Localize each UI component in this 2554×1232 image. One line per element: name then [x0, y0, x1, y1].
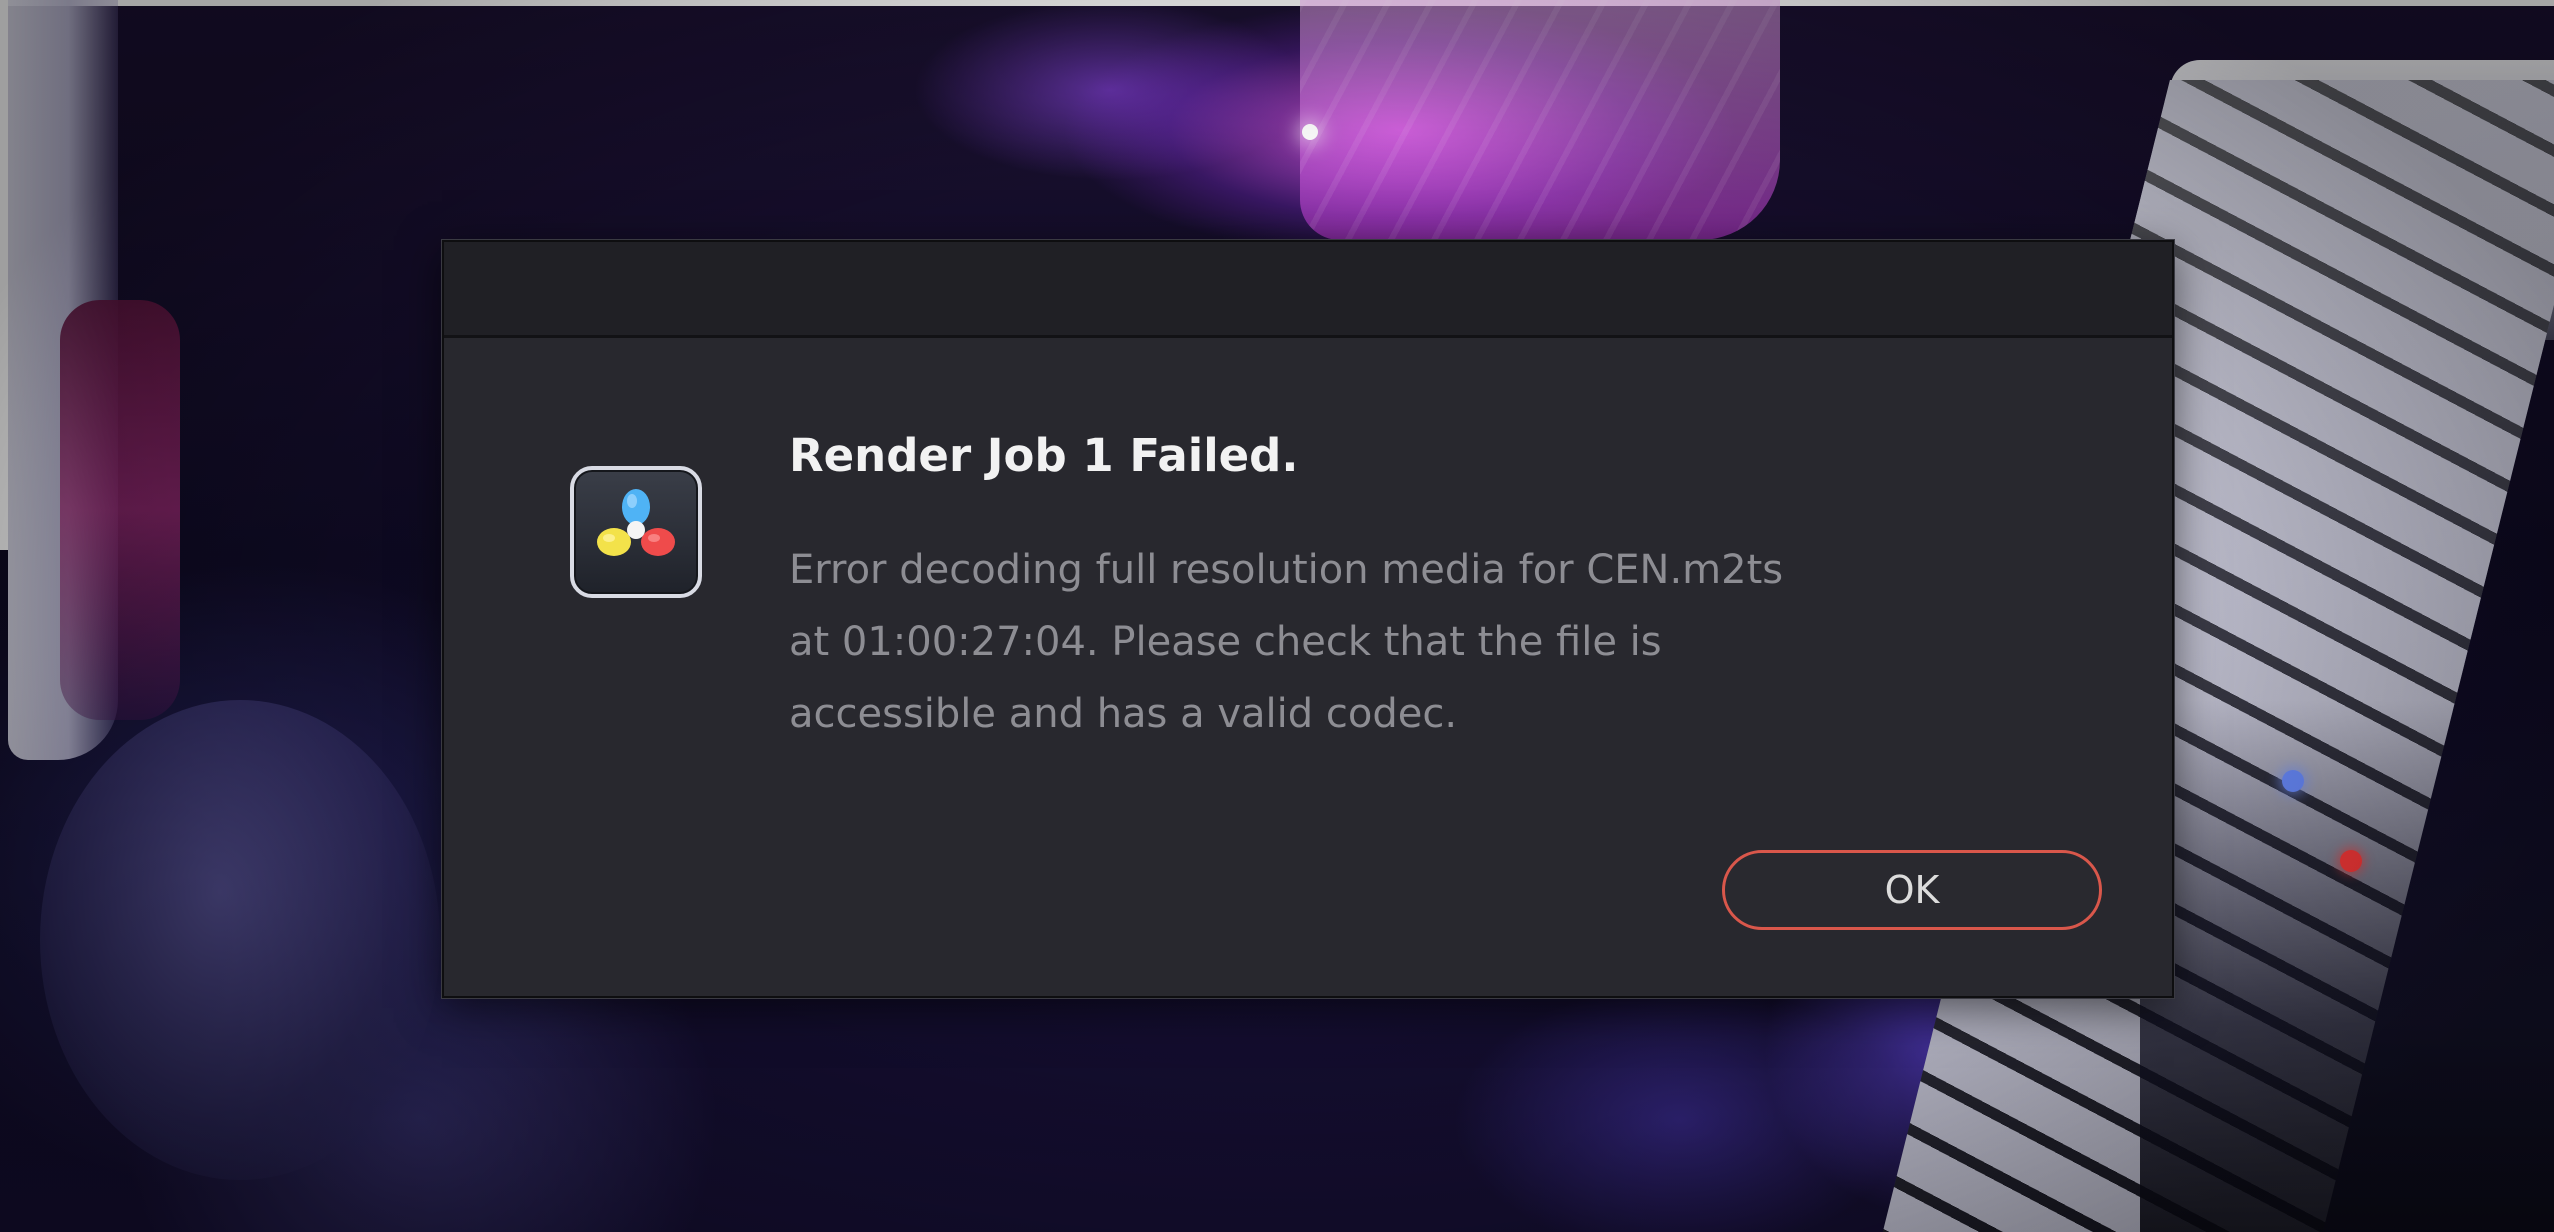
dialog-title-bar	[444, 242, 2172, 338]
logo-petal-red-highlight	[648, 534, 660, 542]
dialog-message: Error decoding full resolution media for…	[789, 534, 1869, 750]
logo-center	[627, 521, 645, 539]
dialog-message-line: Error decoding full resolution media for…	[789, 547, 1784, 593]
dialog-message-line: at 01:00:27:04. Please check that the fi…	[789, 619, 1662, 665]
logo-petal-yellow	[597, 528, 631, 556]
dialog-title: Render Job 1 Failed.	[789, 429, 1299, 482]
logo-petal-yellow-highlight	[603, 534, 615, 542]
ok-button[interactable]: OK	[1722, 850, 2102, 930]
davinci-resolve-icon	[570, 466, 702, 598]
davinci-resolve-logo-icon	[597, 489, 675, 556]
render-error-dialog: Render Job 1 Failed. Error decoding full…	[442, 240, 2174, 998]
dialog-message-line: accessible and has a valid codec.	[789, 691, 1458, 737]
logo-petal-blue-highlight	[627, 494, 637, 508]
logo-petal-blue	[622, 489, 650, 525]
logo-petal-red	[641, 528, 675, 556]
